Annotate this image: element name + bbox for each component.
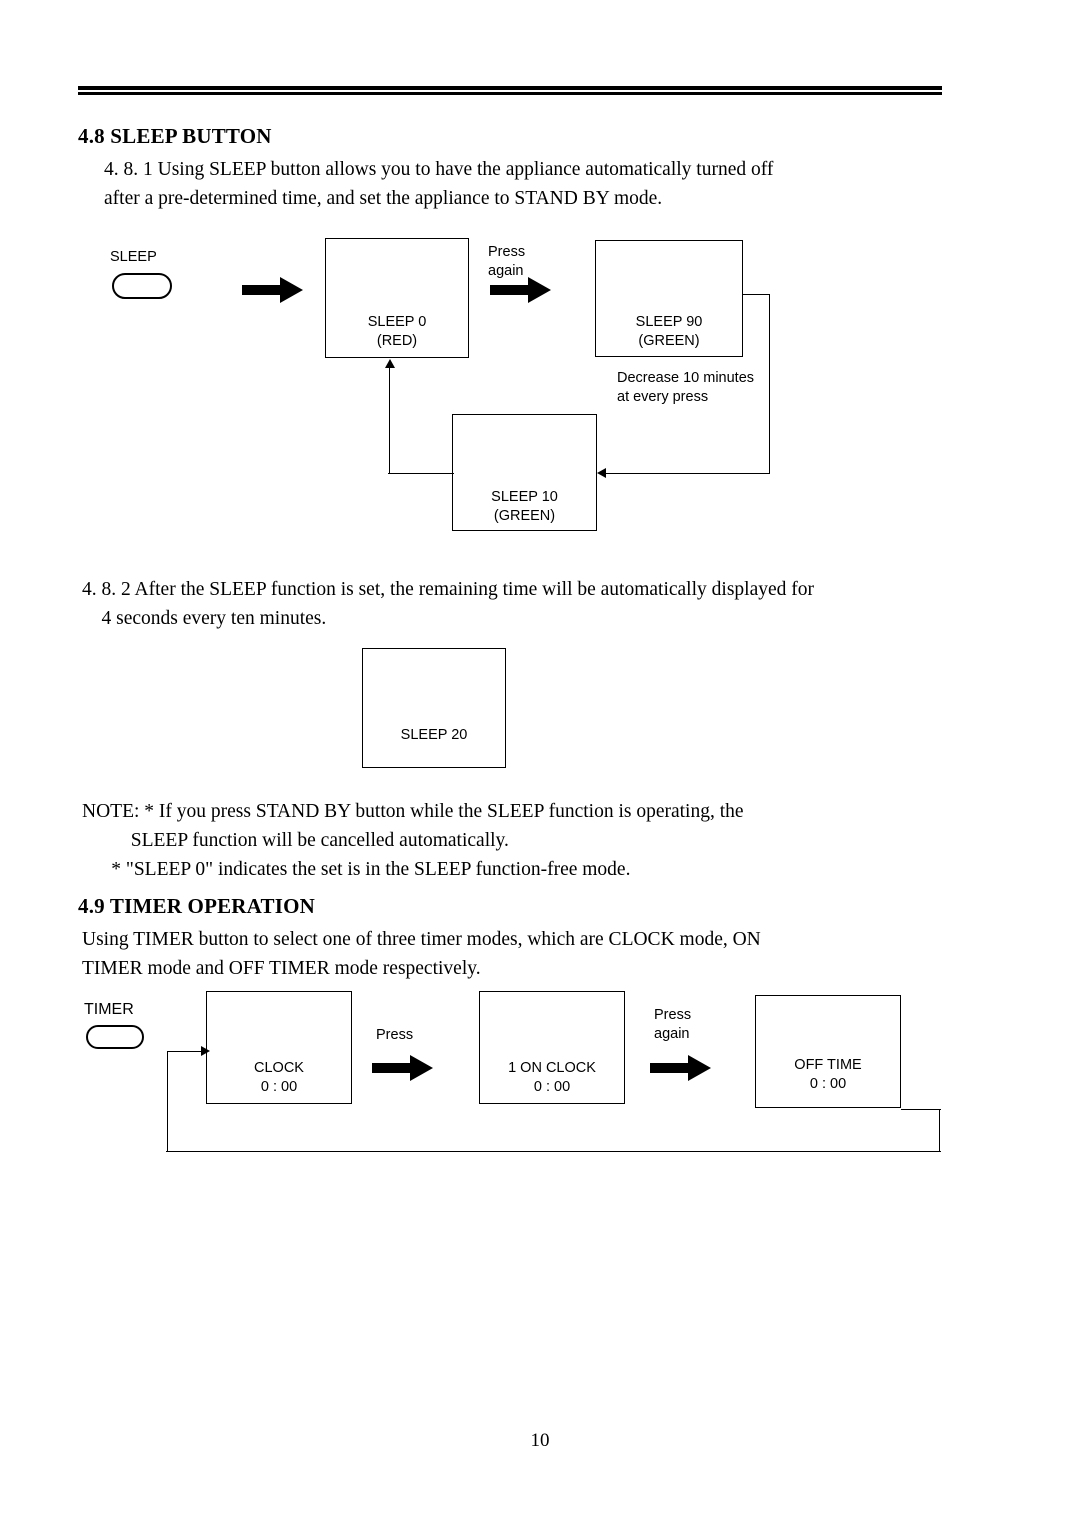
paragraph-4-8-2: 4. 8. 2 After the SLEEP function is set,… <box>82 579 814 629</box>
state-box-sleep-0-line1: SLEEP 0 <box>367 314 427 330</box>
state-box-off-timer-line2: 0 : 00 <box>809 1076 847 1092</box>
annotation-press-again-timer: Press again <box>654 1007 692 1042</box>
paragraph-4-9: Using TIMER button to select one of thre… <box>82 929 761 979</box>
arrowhead-into-sleep10 <box>597 468 606 478</box>
arrowhead-into-clock <box>201 1046 210 1056</box>
section-heading-sleep-button: 4.8 SLEEP BUTTON <box>78 124 272 148</box>
timer-button-icon[interactable] <box>86 1025 144 1049</box>
state-box-on-timer-line1: 1 ON CLOCK <box>508 1060 596 1076</box>
display-box-sleep-20-label: SLEEP 20 <box>400 727 468 743</box>
annotation-press-timer: Press <box>376 1027 414 1043</box>
connector-right-vertical <box>769 294 770 474</box>
double-arrow-icon-1 <box>242 277 303 303</box>
paragraph-note: NOTE: * If you press STAND BY button whi… <box>82 801 744 880</box>
arrowhead-into-sleep0 <box>385 359 395 368</box>
state-box-off-timer-line1: OFF TIME <box>794 1057 862 1073</box>
connector-loop-right-vertical <box>939 1109 940 1152</box>
annotation-decrease-10-minutes: Decrease 10 minutes at every press <box>617 370 755 405</box>
manual-page: 4.8 SLEEP BUTTON 4. 8. 1 Using SLEEP but… <box>0 0 1080 1527</box>
connector-loop-into-clock <box>167 1051 203 1052</box>
connector-bottom-to-sleep10 <box>600 473 770 474</box>
connector-loop-left-vertical <box>167 1051 168 1152</box>
double-arrow-icon-2 <box>490 277 551 303</box>
state-box-clock-line2: 0 : 00 <box>260 1079 298 1095</box>
connector-sleep90-right <box>743 294 770 295</box>
state-box-sleep-0-line2: (RED) <box>376 333 418 349</box>
sleep-button-icon[interactable] <box>112 273 172 299</box>
state-box-clock-line1: CLOCK <box>254 1060 304 1076</box>
state-box-sleep-10-line2: (GREEN) <box>493 508 556 524</box>
double-arrow-icon-4 <box>650 1055 711 1081</box>
paragraph-4-8-1: 4. 8. 1 Using SLEEP button allows you to… <box>104 159 774 209</box>
state-box-sleep-90-line2: (GREEN) <box>638 333 700 349</box>
section-heading-timer-operation: 4.9 TIMER OPERATION <box>78 894 315 918</box>
top-double-rule <box>78 86 942 95</box>
sleep-button-label: SLEEP <box>110 249 157 265</box>
connector-left-vertical <box>389 368 390 474</box>
double-arrow-icon-3 <box>372 1055 433 1081</box>
state-box-sleep-90-line1: SLEEP 90 <box>635 314 703 330</box>
display-box-sleep-20 <box>362 648 506 768</box>
connector-offtimer-right <box>901 1109 941 1110</box>
timer-button-label: TIMER <box>84 1001 134 1018</box>
connector-loop-bottom <box>166 1151 941 1152</box>
state-box-on-timer-line2: 0 : 00 <box>533 1079 571 1095</box>
state-box-sleep-10-line1: SLEEP 10 <box>491 489 558 505</box>
page-number: 10 <box>530 1430 550 1451</box>
connector-sleep10-left <box>388 473 454 474</box>
